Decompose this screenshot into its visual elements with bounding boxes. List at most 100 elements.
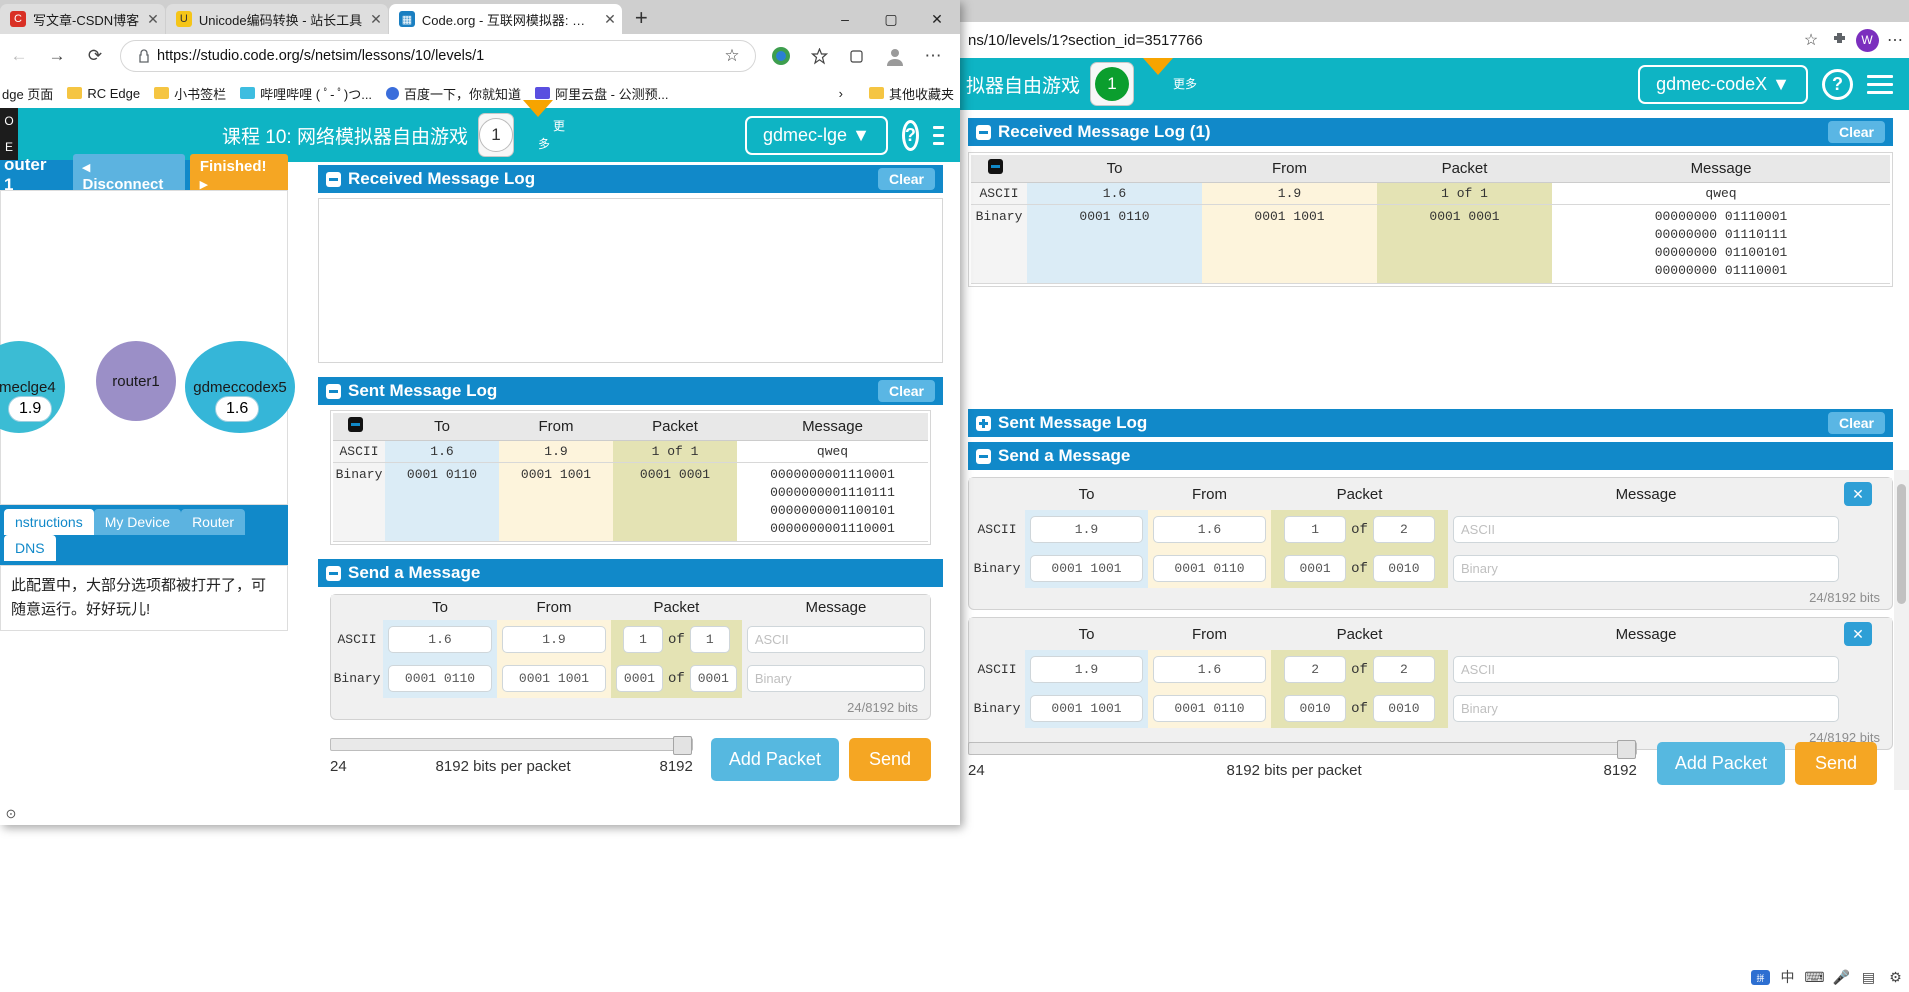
hamburger-icon[interactable] — [932, 121, 944, 150]
other-bookmarks-folder[interactable]: 其他收藏夹 — [868, 84, 954, 103]
collapse-icon[interactable] — [348, 417, 363, 432]
favorite-icon[interactable]: ☆ — [719, 37, 745, 75]
avatar[interactable]: W — [1853, 26, 1881, 54]
hamburger-icon[interactable] — [1867, 70, 1893, 99]
message-field-ascii[interactable]: ASCII — [1453, 516, 1839, 543]
back-window-address-bar[interactable]: ns/10/levels/1?section_id=3517766 ☆ W ⋯ — [960, 22, 1909, 58]
to-field-binary[interactable]: 0001 0110 — [388, 665, 492, 692]
received-log-header-back[interactable]: Received Message Log (1) Clear — [968, 118, 1893, 146]
from-field-ascii[interactable]: 1.9 — [502, 626, 606, 653]
packet-num-field-binary[interactable]: 0010 — [1284, 695, 1347, 722]
message-field-binary[interactable]: Binary — [1453, 555, 1839, 582]
message-field-ascii[interactable]: ASCII — [1453, 656, 1839, 683]
settings-icon[interactable]: ⚙ — [1882, 964, 1909, 991]
slider-thumb[interactable] — [672, 736, 692, 755]
close-icon[interactable]: ✕ — [604, 11, 616, 28]
collections-icon[interactable] — [800, 37, 838, 75]
url-text[interactable]: https://studio.code.org/s/netsim/lessons… — [157, 48, 719, 64]
address-bar[interactable]: https://studio.code.org/s/netsim/lessons… — [120, 40, 756, 72]
browser-tab-active[interactable]: ▦ Code.org - 互联网模拟器: 网络模 ✕ — [388, 4, 622, 34]
to-field-binary[interactable]: 0001 1001 — [1030, 555, 1143, 582]
tab-dns[interactable]: DNS — [4, 535, 56, 561]
packet-total-field-binary[interactable]: 0001 — [689, 665, 737, 692]
packet-total-field-binary[interactable]: 0010 — [1372, 555, 1435, 582]
network-diagram[interactable]: gdmeclge4 router1 gdmeccodex5 1.9 1.6 — [0, 190, 295, 505]
more-button-front[interactable]: 更多 — [522, 100, 565, 153]
packet-num-field-binary[interactable]: 0001 — [1284, 555, 1347, 582]
packet-size-slider-back[interactable]: 24 8192 bits per packet 8192 — [968, 740, 1657, 779]
from-field-binary[interactable]: 0001 0110 — [1153, 555, 1266, 582]
packet-total-field-ascii[interactable]: 2 — [1372, 516, 1435, 543]
packet-num-field-ascii[interactable]: 1 — [1284, 516, 1347, 543]
collapse-icon[interactable] — [988, 159, 1003, 174]
extension-globe-icon[interactable] — [762, 37, 800, 75]
from-field-binary[interactable]: 0001 0110 — [1153, 695, 1266, 722]
maximize-button[interactable]: ▢ — [868, 4, 914, 34]
sent-log-header-back[interactable]: Sent Message Log Clear — [968, 409, 1893, 437]
packet-num-field-ascii[interactable]: 2 — [1284, 656, 1347, 683]
message-field-binary[interactable]: Binary — [746, 665, 925, 692]
message-field-binary[interactable]: Binary — [1453, 695, 1839, 722]
more-icon[interactable]: ⋯ — [914, 37, 952, 75]
collapse-icon[interactable] — [976, 124, 991, 140]
from-field-ascii[interactable]: 1.6 — [1153, 656, 1266, 683]
packet-size-slider-front[interactable]: 24 8192 bits per packet 8192 — [330, 736, 711, 775]
tab-router[interactable]: Router — [181, 509, 246, 535]
remove-packet-button[interactable]: ✕ — [1844, 622, 1872, 646]
cn-icon[interactable]: 中 — [1774, 964, 1801, 991]
packet-total-field-ascii[interactable]: 1 — [689, 626, 730, 653]
send-message-header-back[interactable]: Send a Message — [968, 442, 1893, 470]
collapse-icon[interactable] — [326, 171, 341, 187]
add-packet-button[interactable]: Add Packet — [710, 738, 839, 781]
to-field-ascii[interactable]: 1.9 — [1030, 656, 1143, 683]
tab-my-device[interactable]: My Device — [93, 509, 182, 535]
more-icon[interactable]: ⋯ — [1881, 26, 1909, 54]
clear-button[interactable]: Clear — [1827, 121, 1885, 143]
favorites-icon[interactable] — [838, 37, 876, 75]
clear-button[interactable]: Clear — [1827, 412, 1885, 434]
bookmark-item[interactable]: dge 页面 — [2, 84, 53, 103]
scrollbar-vertical[interactable] — [1894, 470, 1909, 790]
new-tab-button[interactable]: + — [623, 5, 660, 34]
close-icon[interactable]: ✕ — [147, 11, 159, 28]
back-url-text[interactable]: ns/10/levels/1?section_id=3517766 — [960, 32, 1797, 49]
to-field-binary[interactable]: 0001 1001 — [1030, 695, 1143, 722]
remove-packet-button[interactable]: ✕ — [1844, 482, 1872, 506]
clear-button[interactable]: Clear — [877, 380, 935, 402]
close-icon[interactable]: ✕ — [370, 11, 382, 28]
packet-total-field-ascii[interactable]: 2 — [1372, 656, 1435, 683]
ime-icon[interactable]: 拼 — [1747, 964, 1774, 991]
send-button[interactable]: Send — [1794, 742, 1877, 785]
to-field-ascii[interactable]: 1.6 — [388, 626, 492, 653]
from-field-binary[interactable]: 0001 1001 — [502, 665, 606, 692]
bookmark-item[interactable]: 哔哩哔哩 ( ﾟ- ﾟ)つ... — [240, 84, 372, 103]
packet-total-field-binary[interactable]: 0010 — [1372, 695, 1435, 722]
back-icon[interactable]: ← — [0, 37, 38, 75]
bookmark-item[interactable]: 阿里云盘 - 公测预... — [535, 84, 668, 103]
clear-button[interactable]: Clear — [877, 168, 935, 190]
level-indicator-back[interactable]: 1 — [1090, 62, 1135, 106]
page-bottom-icon[interactable]: ⊙ — [0, 803, 22, 825]
send-button[interactable]: Send — [848, 738, 931, 781]
collapse-icon[interactable] — [976, 448, 991, 464]
stub-top[interactable]: O — [0, 108, 18, 134]
packet-num-field-binary[interactable]: 0001 — [616, 665, 663, 692]
scrollbar-thumb[interactable] — [1897, 484, 1906, 604]
packet-num-field-ascii[interactable]: 1 — [623, 626, 663, 653]
keyboard-icon[interactable]: ⌨ — [1801, 964, 1828, 991]
minimize-button[interactable]: – — [822, 4, 868, 34]
question-icon[interactable]: ? — [901, 119, 919, 151]
browser-tab[interactable]: U Unicode编码转换 - 站长工具 ✕ — [165, 4, 388, 34]
favorite-icon[interactable]: ☆ — [1797, 26, 1825, 54]
question-icon[interactable]: ? — [1822, 68, 1853, 100]
tab-instructions[interactable]: nstructions — [4, 509, 94, 535]
expand-icon[interactable] — [976, 415, 991, 431]
level-indicator-front[interactable]: 1 — [477, 113, 514, 157]
message-field-ascii[interactable]: ASCII — [746, 626, 925, 653]
to-field-ascii[interactable]: 1.9 — [1030, 516, 1143, 543]
browser-tab[interactable]: C 写文章-CSDN博客 ✕ — [0, 4, 165, 34]
sent-log-header-front[interactable]: Sent Message Log Clear — [318, 377, 943, 405]
send-message-header-front[interactable]: Send a Message — [318, 559, 943, 587]
tray-icon[interactable]: ▤ — [1855, 964, 1882, 991]
collapse-icon[interactable] — [326, 383, 341, 399]
